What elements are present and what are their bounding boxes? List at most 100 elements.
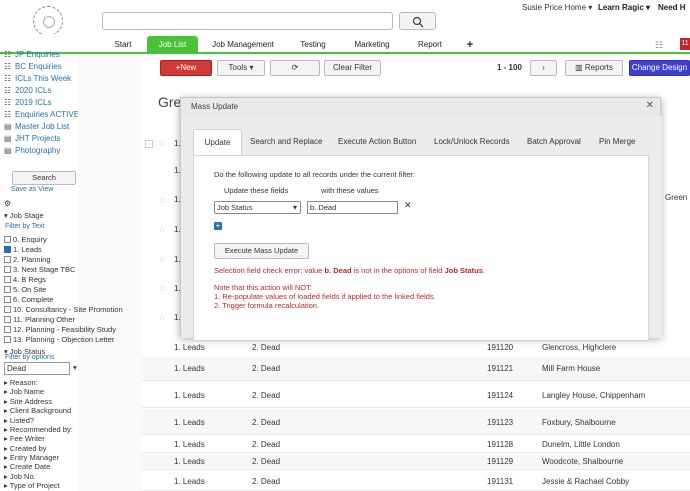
- user-menu[interactable]: Susie Price Home ▾: [522, 3, 592, 12]
- star-icon[interactable]: ☆: [158, 224, 166, 235]
- add-row-icon[interactable]: +: [214, 222, 222, 230]
- dropdown-icon[interactable]: ▾: [73, 363, 77, 372]
- stage-checkbox[interactable]: 13. Planning - Objection Letter: [4, 335, 114, 344]
- filter-list-icon: ☷: [4, 62, 12, 71]
- field-item[interactable]: ▸ Client Background: [4, 406, 71, 415]
- tab-mail-merge[interactable]: Pin Merge: [599, 129, 635, 155]
- field-item[interactable]: ▸ Job No.: [4, 472, 36, 481]
- table-row[interactable]: 1. Leads 2. Dead 191121 Mill Farm House: [142, 357, 690, 381]
- save-as-view-link[interactable]: Save as View: [11, 186, 53, 193]
- tab-start[interactable]: Start: [105, 36, 141, 54]
- checkbox[interactable]: [4, 256, 11, 263]
- filter-by-options-link[interactable]: Filter by options: [5, 354, 54, 361]
- execute-mass-update-button[interactable]: Execute Mass Update: [214, 243, 309, 259]
- note-line: 2. Trigger formula recalculation.: [214, 301, 320, 310]
- tab-update[interactable]: Update: [193, 129, 242, 155]
- saved-view-item[interactable]: ▤ Photography: [4, 146, 60, 155]
- row-checkbox[interactable]: [145, 140, 153, 148]
- field-item[interactable]: ▸ Reason:: [4, 378, 38, 387]
- field-item[interactable]: ▸ Job Name: [4, 387, 44, 396]
- next-page-button[interactable]: ›: [530, 60, 557, 76]
- value-input[interactable]: b. Dead: [307, 201, 398, 214]
- add-tab-button[interactable]: +: [460, 36, 480, 54]
- star-icon[interactable]: ☆: [158, 312, 166, 323]
- company-logo[interactable]: [33, 6, 63, 36]
- settings-icon[interactable]: ⚙: [4, 199, 11, 208]
- stage-checkbox[interactable]: 10. Consultancy - Site Promotion: [4, 305, 123, 314]
- checkbox[interactable]: [4, 336, 11, 343]
- field-item[interactable]: ▸ Recommended by:: [4, 425, 73, 434]
- table-row[interactable]: 1. Leads 2. Dead 191129 Woodcote, Shalbo…: [142, 453, 690, 470]
- tab-testing[interactable]: Testing: [290, 36, 336, 54]
- tab-batch-approval[interactable]: Batch Approval: [527, 129, 581, 155]
- global-search-input[interactable]: [102, 12, 393, 30]
- table-row[interactable]: 1. Leads 2. Dead 191128 Dunelm, Little L…: [142, 436, 690, 453]
- saved-view-item[interactable]: ☷ BC Enquiries: [4, 62, 62, 71]
- stage-checkbox[interactable]: 0. Enquiry: [4, 235, 47, 244]
- checkbox[interactable]: [4, 326, 11, 333]
- checkbox[interactable]: [4, 236, 11, 243]
- tab-job-list[interactable]: Job List: [147, 36, 198, 54]
- checkbox[interactable]: [4, 266, 11, 273]
- saved-view-item[interactable]: ▤ JHT Projects: [4, 134, 61, 143]
- sidebar-search-button[interactable]: Search: [12, 171, 76, 185]
- tab-search-replace[interactable]: Search and Replace: [250, 129, 323, 155]
- star-icon[interactable]: ☆: [158, 195, 166, 206]
- remove-row-icon[interactable]: ✕: [404, 200, 412, 211]
- saved-view-item[interactable]: ☷ ICLs This Week: [4, 74, 71, 83]
- tab-lock-unlock[interactable]: Lock/Unlock Records: [434, 129, 510, 155]
- tab-execute-action[interactable]: Execute Action Button: [338, 129, 416, 155]
- field-item[interactable]: ▸ Fee Writer: [4, 434, 45, 443]
- filter-list-icon: ☷: [4, 98, 12, 107]
- table-row[interactable]: 1. Leads 2. Dead 191123 Foxbury, Shalbou…: [142, 409, 690, 435]
- star-icon[interactable]: ☆: [158, 254, 166, 265]
- field-item[interactable]: ▸ Listed?: [4, 416, 34, 425]
- status-filter-input[interactable]: Dead: [4, 362, 70, 375]
- stage-checkbox[interactable]: 2. Planning: [4, 255, 51, 264]
- need-help-menu[interactable]: Need H: [658, 3, 686, 12]
- table-row[interactable]: 1. Leads 2. Dead 191131 Jessie & Rachael…: [142, 471, 690, 491]
- field-item[interactable]: ▸ Type of Project: [4, 481, 60, 490]
- field-select[interactable]: Job Status: [214, 201, 301, 214]
- saved-view-item[interactable]: ☷ Enquiries ACTIVE: [4, 110, 79, 119]
- checkbox-checked[interactable]: [4, 246, 11, 253]
- learn-ragic-menu[interactable]: Learn Ragic ▾: [598, 3, 650, 12]
- change-design-button[interactable]: Change Design: [629, 60, 690, 76]
- stage-checkbox[interactable]: 11. Planning Other: [4, 315, 75, 324]
- tab-marketing[interactable]: Marketing: [345, 36, 399, 54]
- tools-menu-button[interactable]: Tools ▾: [217, 60, 265, 76]
- tab-report[interactable]: Report: [408, 36, 452, 54]
- field-item[interactable]: ▸ Created by: [4, 444, 47, 453]
- checkbox[interactable]: [4, 306, 11, 313]
- clear-filter-button[interactable]: Clear Filter: [324, 60, 381, 76]
- new-record-button[interactable]: +New: [160, 60, 212, 76]
- stage-checkbox[interactable]: 3. Next Stage TBC: [4, 265, 75, 274]
- stage-checkbox[interactable]: 1. Leads: [4, 245, 42, 254]
- filter-by-text-link[interactable]: Filter by Text: [5, 223, 45, 230]
- notification-badge[interactable]: 11: [680, 38, 690, 50]
- reports-button[interactable]: ▥ Reports: [565, 60, 623, 76]
- checkbox[interactable]: [4, 296, 11, 303]
- checkbox[interactable]: [4, 316, 11, 323]
- close-icon[interactable]: ✕: [646, 100, 654, 111]
- stage-checkbox[interactable]: 5. On Site: [4, 285, 46, 294]
- tab-job-management[interactable]: Job Management: [205, 36, 281, 54]
- star-icon[interactable]: ☆: [158, 283, 166, 294]
- saved-view-item[interactable]: ▤ Master Job List: [4, 122, 69, 131]
- refresh-button[interactable]: ⟳: [270, 60, 320, 76]
- list-view-icon[interactable]: ☷: [652, 36, 666, 54]
- saved-view-item[interactable]: ☷ 2019 ICLs: [4, 98, 51, 107]
- field-item[interactable]: ▸ Entry Manager: [4, 453, 59, 462]
- search-button[interactable]: [399, 12, 436, 30]
- table-row[interactable]: 1. Leads 2. Dead 191124 Langley House, C…: [142, 382, 690, 408]
- stage-checkbox[interactable]: 12. Planning - Feasibility Study: [4, 325, 116, 334]
- saved-view-item[interactable]: ☷ 2020 ICLs: [4, 86, 51, 95]
- stage-checkbox[interactable]: 6. Complete: [4, 295, 53, 304]
- star-icon[interactable]: ☆: [158, 138, 166, 149]
- stage-checkbox[interactable]: 4. B Regs: [4, 275, 46, 284]
- saved-view-item[interactable]: ☷ JP Enquiries: [4, 50, 60, 59]
- checkbox[interactable]: [4, 286, 11, 293]
- field-item[interactable]: ▸ Create Date: [4, 462, 50, 471]
- field-item[interactable]: ▸ Site Address: [4, 397, 52, 406]
- checkbox[interactable]: [4, 276, 11, 283]
